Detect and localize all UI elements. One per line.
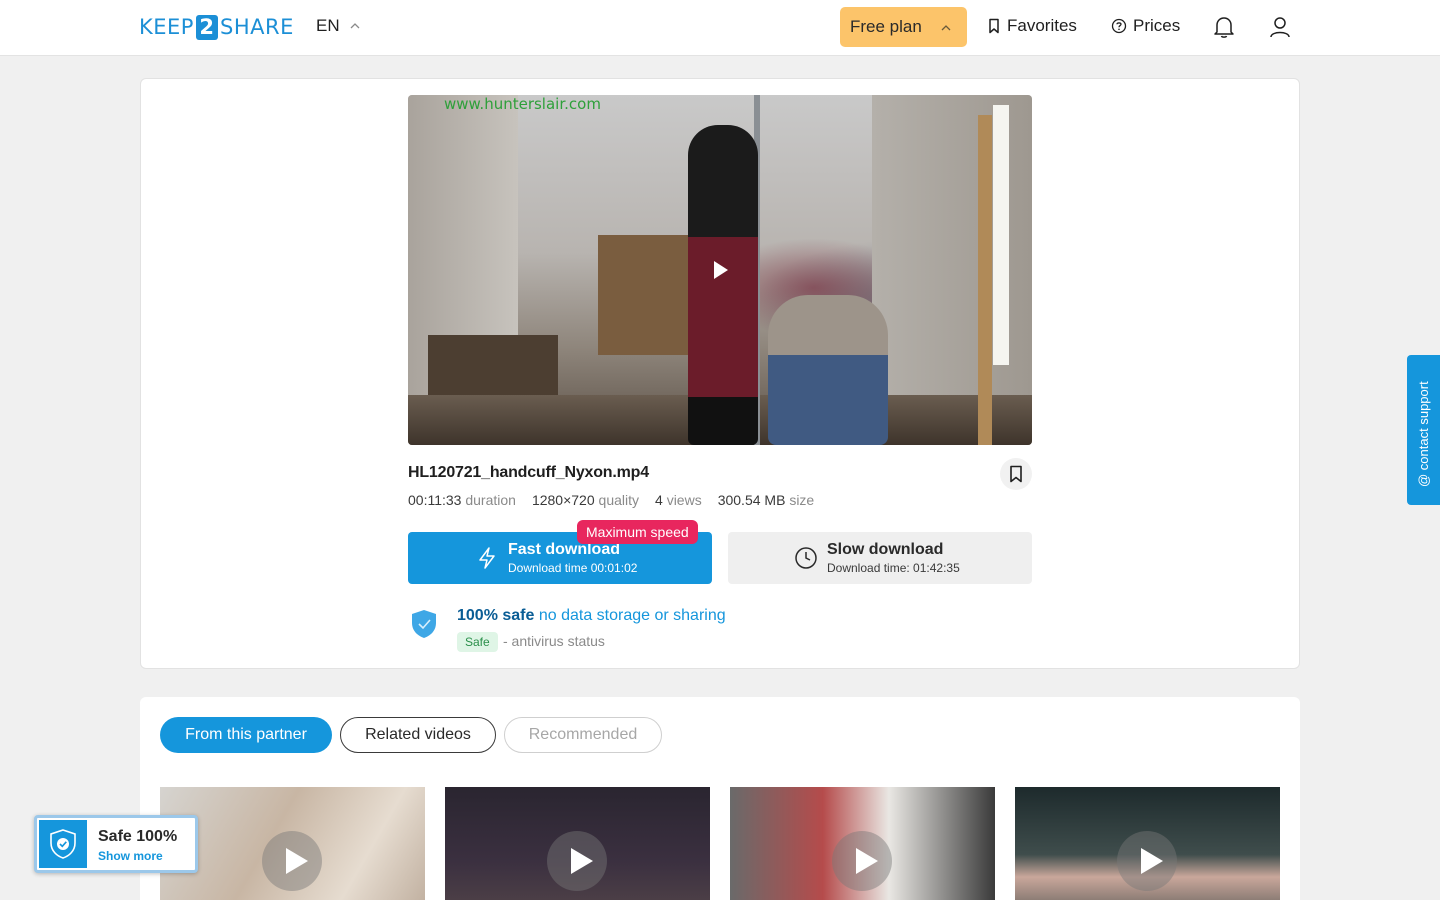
video-thumbnail[interactable]	[445, 787, 710, 900]
slow-download-label: Slow download	[827, 541, 944, 558]
contact-support-label: @ contact support	[1416, 381, 1431, 487]
video-thumbnail[interactable]	[730, 787, 995, 900]
video-watermark: www.hunterslair.com	[444, 95, 601, 113]
meta-quality: 1280×720 quality	[531, 492, 639, 508]
keep2share-logo[interactable]: KEEP 2 SHARE	[139, 14, 294, 40]
chevron-up-icon	[941, 25, 951, 31]
favorites-link[interactable]: Favorites	[987, 16, 1077, 36]
widget-show-more-link[interactable]: Show more	[98, 849, 163, 863]
chevron-up-icon	[350, 23, 360, 29]
safety-statement: 100% safe no data storage or sharing	[457, 607, 726, 624]
video-scene-board	[598, 235, 698, 355]
video-scene-figure	[768, 295, 888, 445]
play-icon[interactable]	[714, 261, 728, 279]
tab-from-this-partner[interactable]: From this partner	[160, 717, 332, 753]
prices-link[interactable]: Prices	[1111, 16, 1180, 36]
video-scene-figure	[688, 125, 758, 445]
file-meta: 00:11:33 duration 1280×720 quality 4 vie…	[408, 492, 814, 508]
favorites-label: Favorites	[1007, 16, 1077, 35]
video-scene-beam	[978, 115, 992, 445]
logo-text-right: SHARE	[219, 15, 294, 39]
maximum-speed-badge: Maximum speed	[577, 520, 698, 544]
meta-views: 4 views	[655, 492, 702, 508]
video-thumbnail[interactable]	[160, 787, 425, 900]
widget-shield-box	[39, 820, 87, 868]
video-preview[interactable]: www.hunterslair.com	[408, 95, 1032, 445]
meta-size: 300.54 MB size	[717, 492, 815, 508]
clock-icon	[795, 547, 817, 569]
fast-download-time: Download time 00:01:02	[508, 561, 638, 575]
logo-badge: 2	[195, 14, 218, 40]
bell-icon	[1214, 17, 1234, 38]
video-scene-light	[993, 105, 1009, 365]
notifications-button[interactable]	[1211, 14, 1237, 40]
widget-title: Safe 100%	[98, 828, 178, 845]
safe-100-widget[interactable]: Safe 100% Show more	[34, 815, 198, 873]
contact-support-tab[interactable]: @ contact support	[1407, 355, 1440, 505]
add-to-favorites-button[interactable]	[1000, 458, 1032, 490]
plan-label: Free plan	[850, 17, 922, 36]
language-label: EN	[316, 16, 340, 35]
play-icon	[856, 848, 878, 874]
antivirus-safe-tag: Safe	[457, 632, 498, 652]
shield-check-icon	[50, 829, 76, 859]
free-plan-button[interactable]: Free plan	[840, 7, 967, 47]
slow-download-time: Download time: 01:42:35	[827, 561, 960, 575]
video-thumbnail[interactable]	[1015, 787, 1280, 900]
language-selector[interactable]: EN	[316, 16, 360, 36]
bookmark-icon	[1010, 465, 1022, 483]
antivirus-status-label: - antivirus status	[503, 633, 605, 649]
logo-text-left: KEEP	[139, 15, 194, 39]
tab-related-videos[interactable]: Related videos	[340, 717, 496, 753]
tab-recommended[interactable]: Recommended	[504, 717, 662, 753]
meta-duration: 00:11:33 duration	[408, 492, 516, 508]
top-header: KEEP 2 SHARE EN Free plan Favorites Pric…	[0, 0, 1440, 56]
lightning-icon	[479, 547, 495, 569]
bookmark-icon	[989, 18, 999, 34]
file-name: HL120721_handcuff_Nyxon.mp4	[408, 464, 649, 481]
shield-check-icon	[412, 610, 436, 638]
account-button[interactable]	[1267, 14, 1293, 40]
prices-label: Prices	[1133, 16, 1181, 35]
play-icon	[286, 848, 308, 874]
slow-download-button[interactable]: Slow download Download time: 01:42:35	[728, 532, 1032, 584]
question-circle-icon	[1111, 18, 1127, 34]
play-icon	[571, 848, 593, 874]
play-icon	[1141, 848, 1163, 874]
user-icon	[1270, 17, 1290, 38]
